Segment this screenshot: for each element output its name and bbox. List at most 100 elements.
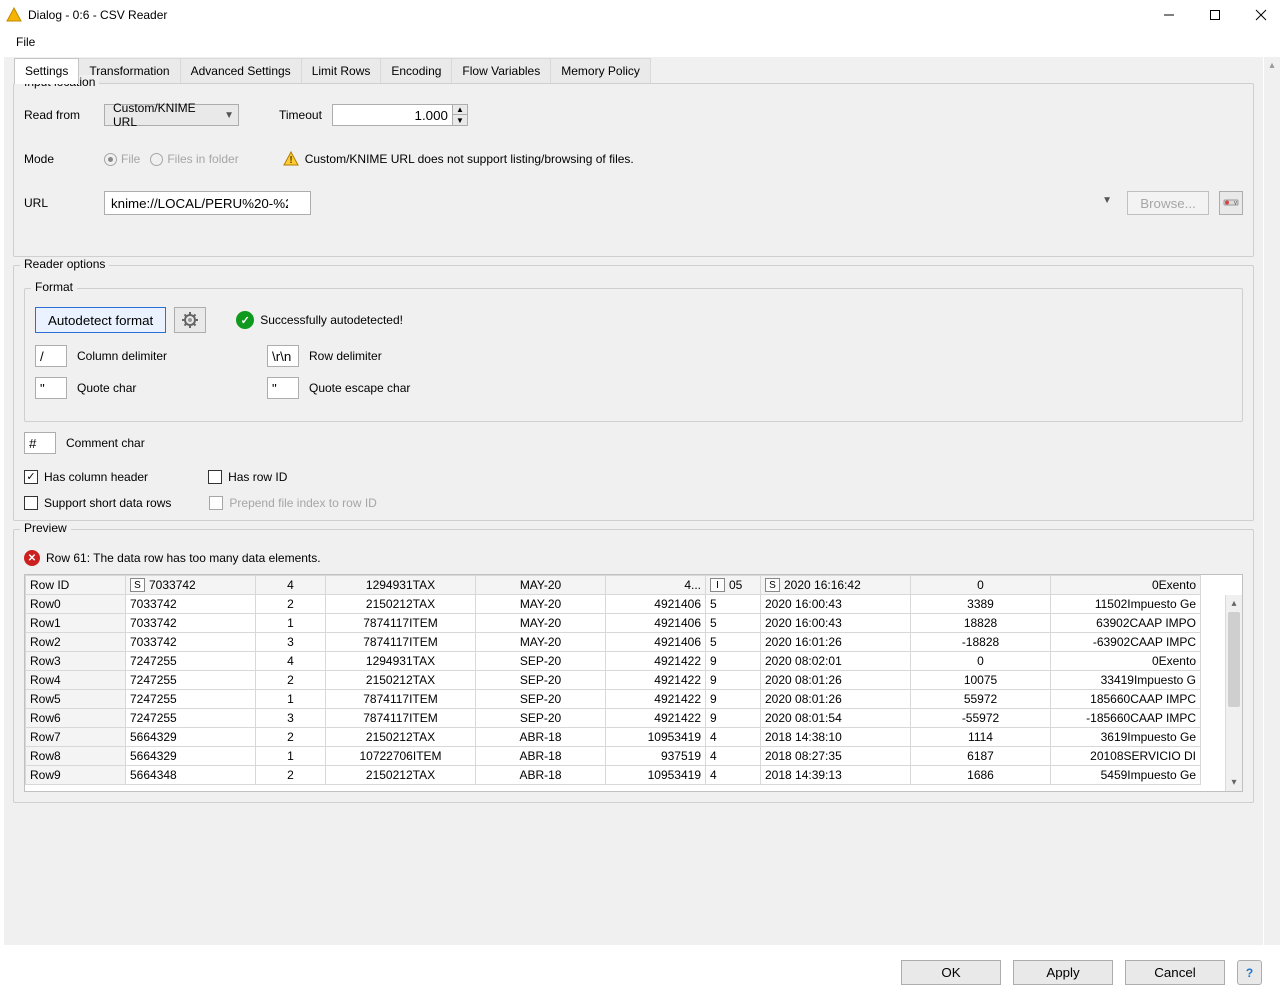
preview-scrollbar[interactable]: ▴ ▾ xyxy=(1225,595,1242,791)
table-cell: 5664348 xyxy=(126,766,256,785)
column-header[interactable]: Row ID xyxy=(26,576,126,595)
table-row[interactable]: Row1703374217874117ITEMMAY-2049214065202… xyxy=(26,614,1201,633)
scrollbar-thumb[interactable] xyxy=(1228,612,1240,707)
tab-settings[interactable]: Settings xyxy=(14,58,79,84)
help-button[interactable]: ? xyxy=(1237,960,1262,985)
table-cell: -63902CAAP IMPC xyxy=(1051,633,1201,652)
support-short-rows-checkbox[interactable]: Support short data rows xyxy=(24,496,171,510)
table-cell: 4 xyxy=(706,747,761,766)
table-cell: MAY-20 xyxy=(476,633,606,652)
preview-table: Row IDS703374241294931TAXMAY-204...I05S2… xyxy=(25,575,1201,785)
tab-memory-policy[interactable]: Memory Policy xyxy=(551,58,651,84)
flow-variable-button[interactable]: v xyxy=(1219,191,1243,215)
table-cell: 2020 16:01:26 xyxy=(761,633,911,652)
mode-label: Mode xyxy=(24,152,94,166)
table-cell: SEP-20 xyxy=(476,709,606,728)
table-cell: 4 xyxy=(706,728,761,747)
quote-char-label: Quote char xyxy=(77,381,217,395)
table-cell: 2150212TAX xyxy=(326,595,476,614)
tab-flow-variables[interactable]: Flow Variables xyxy=(452,58,551,84)
table-cell: 7247255 xyxy=(126,709,256,728)
tab-limit-rows[interactable]: Limit Rows xyxy=(302,58,382,84)
minimize-button[interactable] xyxy=(1146,0,1192,30)
table-cell: Row7 xyxy=(26,728,126,747)
table-row[interactable]: Row7566432922150212TAXABR-18109534194201… xyxy=(26,728,1201,747)
panel-area: ▴ ▾ Settings Transformation Advanced Set… xyxy=(4,57,1280,962)
table-cell: 10722706ITEM xyxy=(326,747,476,766)
maximize-button[interactable] xyxy=(1192,0,1238,30)
string-type-icon: S xyxy=(765,578,780,592)
scroll-up-icon[interactable]: ▴ xyxy=(1226,595,1242,612)
table-row[interactable]: Row6724725537874117ITEMSEP-2049214229202… xyxy=(26,709,1201,728)
table-cell: 2020 16:00:43 xyxy=(761,614,911,633)
table-row[interactable]: Row5724725517874117ITEMSEP-2049214229202… xyxy=(26,690,1201,709)
ok-button[interactable]: OK xyxy=(901,960,1001,985)
spinner-up-icon[interactable]: ▲ xyxy=(453,105,467,115)
column-header[interactable]: MAY-20 xyxy=(476,576,606,595)
table-cell: 4 xyxy=(706,766,761,785)
column-header[interactable]: S2020 16:16:42 xyxy=(761,576,911,595)
autodetect-format-button[interactable]: Autodetect format xyxy=(35,307,166,333)
menu-file[interactable]: File xyxy=(10,33,41,51)
column-header[interactable]: 1294931TAX xyxy=(326,576,476,595)
read-from-select[interactable]: Custom/KNIME URL ▼ xyxy=(104,104,239,126)
has-column-header-checkbox[interactable]: Has column header xyxy=(24,470,148,484)
spinner-down-icon[interactable]: ▼ xyxy=(453,115,467,125)
dialog-button-bar: OK Apply Cancel ? xyxy=(0,945,1284,1000)
table-row[interactable]: Row9566434822150212TAXABR-18109534194201… xyxy=(26,766,1201,785)
autodetect-settings-button[interactable] xyxy=(174,307,206,333)
cancel-button[interactable]: Cancel xyxy=(1125,960,1225,985)
menu-bar: File xyxy=(0,30,1284,57)
column-header[interactable]: S7033742 xyxy=(126,576,256,595)
table-cell: 2150212TAX xyxy=(326,728,476,747)
has-row-id-checkbox[interactable]: Has row ID xyxy=(208,470,287,484)
apply-button[interactable]: Apply xyxy=(1013,960,1113,985)
scroll-up-icon[interactable]: ▴ xyxy=(1264,57,1280,74)
mode-file-radio: File xyxy=(104,152,140,166)
column-header[interactable]: I05 xyxy=(706,576,761,595)
integer-type-icon: I xyxy=(710,578,725,592)
table-cell: 7874117ITEM xyxy=(326,614,476,633)
outer-scrollbar[interactable]: ▴ ▾ xyxy=(1263,57,1280,962)
quote-char-input[interactable] xyxy=(35,377,67,399)
column-header[interactable]: 4 xyxy=(256,576,326,595)
column-header[interactable]: 0 xyxy=(911,576,1051,595)
svg-text:v: v xyxy=(1234,201,1237,207)
table-cell: 9 xyxy=(706,709,761,728)
table-row[interactable]: Row85664329110722706ITEMABR-189375194201… xyxy=(26,747,1201,766)
table-cell: Row0 xyxy=(26,595,126,614)
timeout-spinner[interactable]: ▲▼ xyxy=(332,104,468,126)
table-cell: 9 xyxy=(706,671,761,690)
table-cell: 5 xyxy=(706,633,761,652)
table-row[interactable]: Row4724725522150212TAXSEP-20492142292020… xyxy=(26,671,1201,690)
chevron-down-icon: ▼ xyxy=(224,110,234,121)
table-cell: 4921422 xyxy=(606,671,706,690)
table-cell: 0 xyxy=(911,652,1051,671)
column-header[interactable]: 0Exento xyxy=(1051,576,1201,595)
table-cell: 10953419 xyxy=(606,766,706,785)
error-icon: ✕ xyxy=(24,550,40,566)
table-row[interactable]: Row2703374237874117ITEMMAY-2049214065202… xyxy=(26,633,1201,652)
table-row[interactable]: Row3724725541294931TAXSEP-20492142292020… xyxy=(26,652,1201,671)
scroll-down-icon[interactable]: ▾ xyxy=(1226,774,1242,791)
chevron-down-icon[interactable]: ▼ xyxy=(1102,195,1112,206)
tab-encoding[interactable]: Encoding xyxy=(381,58,452,84)
table-cell: 2 xyxy=(256,766,326,785)
table-cell: 7874117ITEM xyxy=(326,633,476,652)
comment-char-input[interactable] xyxy=(24,432,56,454)
quote-escape-input[interactable] xyxy=(267,377,299,399)
timeout-input[interactable] xyxy=(332,104,452,126)
fieldset-input-location: Input location Read from Custom/KNIME UR… xyxy=(13,83,1254,257)
table-row[interactable]: Row0703374222150212TAXMAY-20492140652020… xyxy=(26,595,1201,614)
close-button[interactable] xyxy=(1238,0,1284,30)
row-delimiter-input[interactable] xyxy=(267,345,299,367)
column-delimiter-input[interactable] xyxy=(35,345,67,367)
tab-advanced-settings[interactable]: Advanced Settings xyxy=(181,58,302,84)
url-input[interactable] xyxy=(104,191,311,215)
table-cell: 6187 xyxy=(911,747,1051,766)
column-header[interactable]: 4... xyxy=(606,576,706,595)
table-cell: Row6 xyxy=(26,709,126,728)
column-delimiter-label: Column delimiter xyxy=(77,349,217,363)
table-cell: 18828 xyxy=(911,614,1051,633)
table-cell: 4 xyxy=(256,652,326,671)
